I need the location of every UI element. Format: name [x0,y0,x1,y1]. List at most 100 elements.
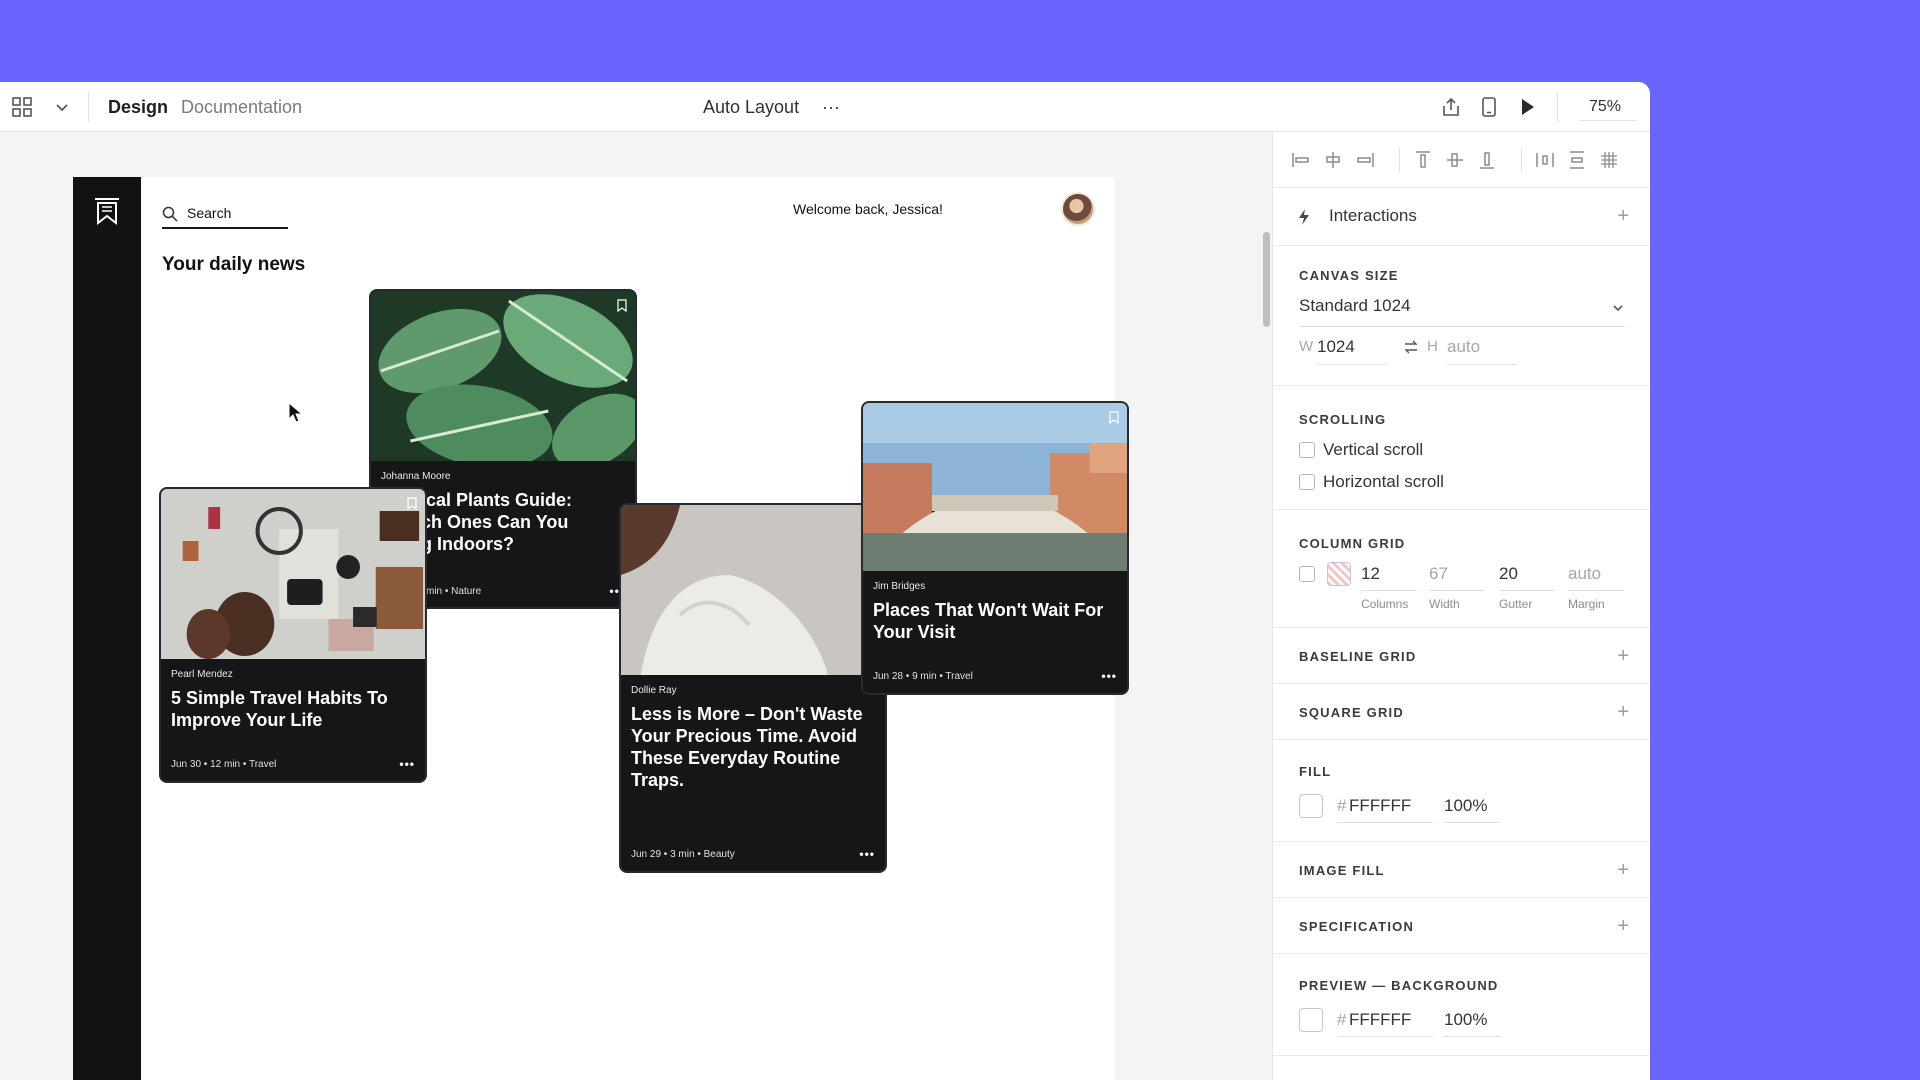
scrolling-label: SCROLLING [1299,412,1387,427]
align-center-h-icon[interactable] [1323,150,1343,170]
columns-underline [1361,590,1417,591]
bookmark-icon[interactable] [617,299,627,312]
news-card[interactable]: Jim Bridges Places That Won't Wait For Y… [861,401,1129,695]
news-card[interactable]: Pearl Mendez 5 Simple Travel Habits To I… [159,487,427,783]
artboard-frame[interactable]: Search Welcome back, Jessica! Your daily… [73,177,1129,1080]
distribute-h-icon[interactable] [1535,150,1555,170]
add-image-fill-button[interactable]: + [1617,860,1629,880]
top-toolbar: Design Documentation Auto Layout ··· 75% [0,82,1650,132]
play-icon[interactable] [1517,97,1537,117]
width-input[interactable]: 1024 [1317,337,1355,357]
gutter-underline [1499,590,1555,591]
image-fill-section[interactable]: IMAGE FILL + [1273,842,1650,898]
preset-underline [1299,326,1625,327]
app-window: Design Documentation Auto Layout ··· 75% [0,82,1650,1080]
card-more-button[interactable]: ••• [399,757,415,771]
fill-label: FILL [1299,764,1332,779]
align-left-icon[interactable] [1291,150,1311,170]
width-underline [1429,590,1485,591]
panel-divider [1399,148,1400,172]
card-author: Dollie Ray [631,685,677,696]
distribute-v-icon[interactable] [1567,150,1587,170]
margin-input[interactable]: auto [1568,564,1601,584]
width-label: W [1299,338,1314,355]
tab-documentation[interactable]: Documentation [181,97,302,118]
bookmark-icon[interactable] [1109,411,1119,424]
app-sidebar [73,177,141,1080]
fill-opacity-underline [1444,822,1500,823]
zoom-underline [1580,120,1636,121]
grid-color-swatch[interactable] [1327,562,1351,586]
bookmark-logo-icon [95,198,119,225]
add-interaction-button[interactable]: + [1617,206,1629,226]
news-card[interactable]: Dollie Ray Less is More – Don't Waste Yo… [619,503,887,873]
column-width-input[interactable]: 67 [1429,564,1448,584]
avatar[interactable] [1061,192,1095,226]
chevron-down-icon[interactable] [52,97,72,117]
baseline-grid-section[interactable]: BASELINE GRID + [1273,628,1650,684]
card-more-button[interactable]: ••• [859,847,875,861]
scrolling-section: SCROLLING Vertical scroll Horizontal scr… [1273,386,1650,510]
swap-icon[interactable] [1403,339,1419,355]
chevron-down-icon[interactable] [1611,301,1625,315]
gutter-input[interactable]: 20 [1499,564,1518,584]
travel-flatlay-image [161,489,425,659]
square-grid-section[interactable]: SQUARE GRID + [1273,684,1650,740]
tab-design[interactable]: Design [108,97,168,118]
horizontal-scroll-label[interactable]: Horizontal scroll [1323,472,1444,492]
preview-color-swatch[interactable] [1299,1008,1323,1032]
canvas-scrollbar[interactable] [1263,232,1270,327]
fill-color-swatch[interactable] [1299,794,1323,818]
bookmark-icon[interactable] [407,497,417,510]
column-grid-checkbox[interactable] [1299,566,1315,582]
add-baseline-grid-button[interactable]: + [1617,646,1629,666]
search-field[interactable]: Search [162,201,288,229]
align-bottom-icon[interactable] [1477,150,1497,170]
add-specification-button[interactable]: + [1617,916,1629,936]
more-menu-button[interactable]: ··· [822,97,840,118]
card-more-button[interactable]: ••• [1101,669,1117,683]
grid-hash-icon[interactable] [1599,150,1619,170]
height-label: H [1427,338,1438,355]
document-title[interactable]: Auto Layout [703,97,799,118]
interactions-section[interactable]: Interactions + [1273,188,1650,246]
preview-hex-input[interactable]: FFFFFF [1349,1010,1411,1030]
design-canvas[interactable]: Search Welcome back, Jessica! Your daily… [0,132,1270,1080]
image-fill-label: IMAGE FILL [1299,863,1385,878]
add-square-grid-button[interactable]: + [1617,702,1629,722]
fill-opacity-input[interactable]: 100% [1444,796,1487,816]
card-title[interactable]: Places That Won't Wait For Your Visit [873,599,1115,643]
vertical-scroll-checkbox[interactable] [1299,442,1315,458]
toolbar-divider [1557,92,1558,122]
zoom-level[interactable]: 75% [1589,98,1621,116]
height-underline [1447,364,1517,365]
horizontal-scroll-checkbox[interactable] [1299,474,1315,490]
venice-bridge-image [863,403,1127,571]
specification-section[interactable]: SPECIFICATION + [1273,898,1650,954]
baseline-grid-label: BASELINE GRID [1299,649,1417,664]
properties-panel: Interactions + CANVAS SIZE Standard 1024… [1272,132,1650,1080]
align-right-icon[interactable] [1355,150,1375,170]
card-title[interactable]: 5 Simple Travel Habits To Improve Your L… [171,687,413,731]
card-title[interactable]: ical Plants Guide: ch Ones Can You g Ind… [421,489,623,555]
column-grid-label: COLUMN GRID [1299,536,1406,551]
panel-divider [1521,148,1522,172]
vertical-scroll-label[interactable]: Vertical scroll [1323,440,1423,460]
margin-caption: Margin [1568,597,1605,611]
grid-icon[interactable] [12,97,32,117]
align-top-icon[interactable] [1413,150,1433,170]
preview-opacity-input[interactable]: 100% [1444,1010,1487,1030]
toolbar-divider [88,92,89,122]
device-icon[interactable] [1479,97,1499,117]
card-title[interactable]: Less is More – Don't Waste Your Precious… [631,703,873,791]
search-placeholder: Search [187,205,232,221]
width-caption: Width [1429,597,1460,611]
preview-opacity-underline [1444,1036,1500,1037]
export-icon[interactable] [1441,97,1461,117]
fill-section: FILL # FFFFFF 100% [1273,740,1650,842]
fill-hex-input[interactable]: FFFFFF [1349,796,1411,816]
columns-input[interactable]: 12 [1361,564,1380,584]
canvas-size-preset[interactable]: Standard 1024 [1299,296,1411,316]
align-middle-v-icon[interactable] [1445,150,1465,170]
height-input[interactable]: auto [1447,337,1480,357]
